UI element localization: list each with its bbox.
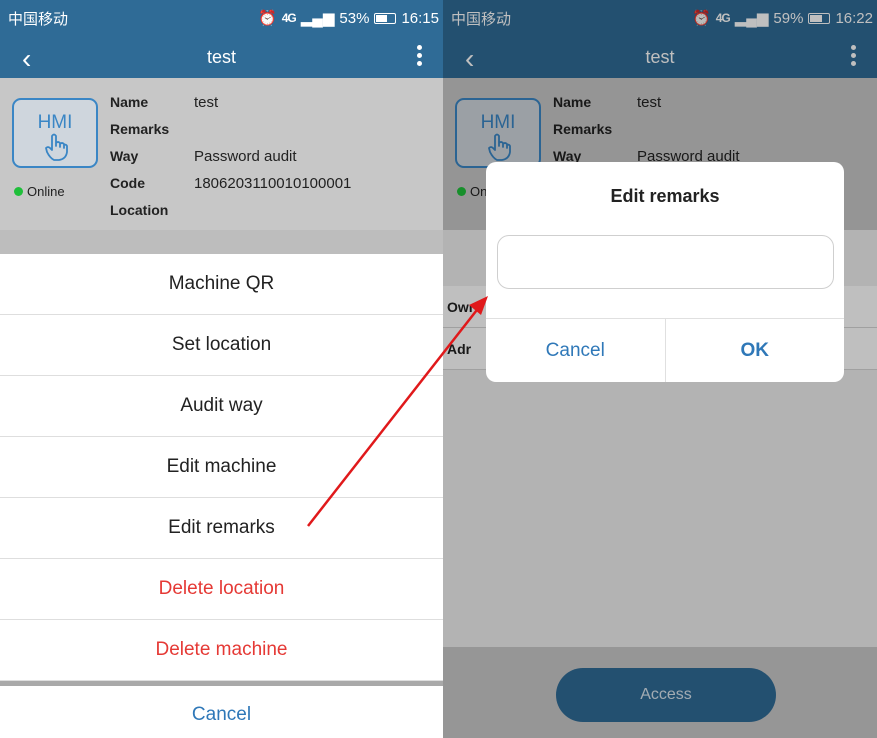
hmi-logo: HMI	[12, 98, 98, 168]
page-title: test	[206, 46, 236, 67]
status-label: Online	[27, 184, 65, 199]
carrier-label: 中国移动	[8, 10, 69, 28]
field-value: 1806203110010100001	[194, 175, 352, 192]
field-label: Remarks	[110, 121, 170, 137]
dialog-ok-button[interactable]: OK	[664, 319, 845, 382]
menu-item-delete-machine[interactable]: Delete machine	[0, 620, 443, 681]
field-row-location: Location	[110, 202, 351, 229]
app-header: ‹ test	[0, 36, 443, 78]
field-row-name: Name test	[110, 94, 351, 121]
battery-percent: 53%	[339, 9, 370, 27]
remarks-input[interactable]	[497, 235, 834, 289]
status-bar: 中国移动 ⏰ 4G ▂▄▆ 53% 16:15	[0, 0, 443, 36]
menu-item-audit-way[interactable]: Audit way	[0, 376, 443, 437]
field-label: Way	[110, 148, 139, 164]
hand-pointer-icon	[45, 133, 68, 161]
field-label: Location	[110, 202, 169, 218]
alarm-icon: ⏰	[258, 10, 277, 27]
field-label: Code	[110, 175, 145, 191]
network-label: 4G	[281, 11, 297, 25]
online-dot-icon	[14, 187, 23, 196]
dialog-title: Edit remarks	[610, 186, 720, 206]
signal-icon: ▂▄▆	[300, 10, 335, 27]
hmi-logo-text: HMI	[37, 112, 73, 133]
sheet-cancel-button[interactable]: Cancel	[0, 686, 443, 738]
field-value: test	[194, 94, 219, 111]
battery-icon	[374, 12, 397, 24]
field-row-remarks: Remarks	[110, 121, 351, 148]
menu-item-machine-qr[interactable]: Machine QR	[0, 254, 443, 315]
chevron-left-icon[interactable]: ‹	[22, 43, 31, 75]
field-row-code: Code 1806203110010100001	[110, 175, 351, 202]
menu-item-set-location[interactable]: Set location	[0, 315, 443, 376]
dialog-buttons: Cancel OK	[486, 318, 844, 382]
action-sheet: Machine QR Set location Audit way Edit m…	[0, 254, 443, 738]
more-vertical-icon[interactable]	[417, 45, 422, 69]
clock: 16:15	[401, 9, 439, 27]
dialog-cancel-button[interactable]: Cancel	[486, 319, 665, 382]
device-fields: Name test Remarks Way Password audit Code 1…	[110, 94, 351, 229]
edit-remarks-dialog: Edit remarks Cancel OK	[486, 162, 844, 382]
status-badge: Online	[14, 184, 65, 199]
field-label: Name	[110, 94, 149, 110]
field-value: Password audit	[194, 148, 297, 165]
right-phone-screen: 中国移动 ⏰ 4G ▂▄▆ 59% 16:22 ‹ test HMI Onlin…	[443, 0, 877, 738]
menu-item-delete-location[interactable]: Delete location	[0, 559, 443, 620]
field-row-way: Way Password audit	[110, 148, 351, 175]
menu-item-edit-remarks[interactable]: Edit remarks	[0, 498, 443, 559]
left-phone-screen: 中国移动 ⏰ 4G ▂▄▆ 53% 16:15 ‹ test HMI Onlin…	[0, 0, 443, 738]
device-info-panel: HMI Online Name test Remarks Way Password …	[0, 78, 443, 230]
menu-item-edit-machine[interactable]: Edit machine	[0, 437, 443, 498]
